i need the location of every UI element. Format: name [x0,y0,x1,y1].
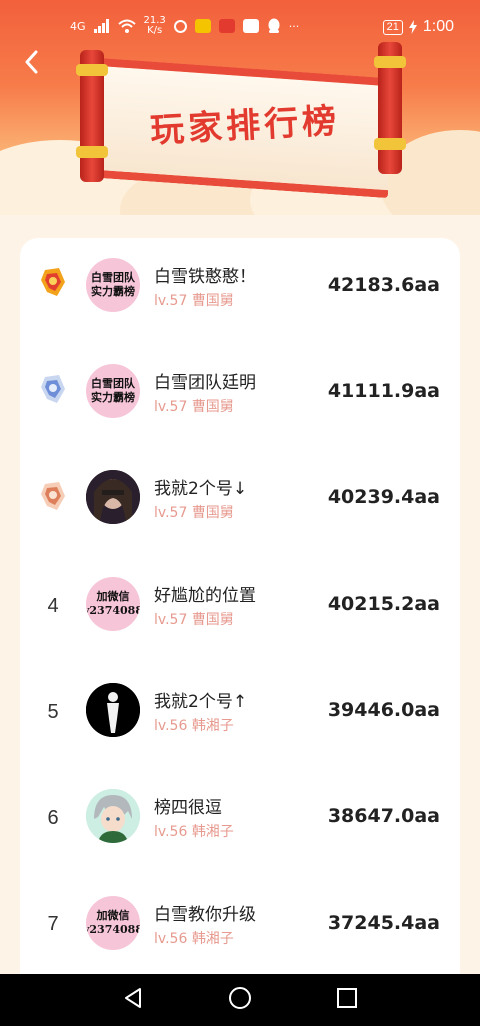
wifi-icon [117,19,136,33]
charging-icon [408,20,417,34]
player-name: 我就2个号↓ [154,479,248,499]
square-recents-icon [337,988,357,1008]
person-photo-icon [86,470,140,524]
player-level: lv.56 韩湘子 [154,824,234,840]
back-button[interactable] [14,44,48,80]
rank-number: 4 [47,594,59,617]
leaderboard-row[interactable]: 5 我就2个号↑ lv.56 韩湘子 39446.0aa [20,662,460,768]
player-name: 榜四很逗 [154,798,222,818]
notification-app-icon [242,19,259,33]
player-score: 42183.6aa [327,274,440,296]
nav-home-button[interactable] [228,986,252,1014]
scroll-rod-right [374,42,406,174]
player-score: 41111.9aa [327,380,440,402]
title-scroll: 玩家排行榜 [70,40,420,199]
player-name: 我就2个号↑ [154,692,248,712]
avatar[interactable]: 白雪团队 实力霸榜 [86,258,140,312]
bronze-medal-icon [36,479,70,513]
network-type: 4G [70,19,86,33]
player-score: 40239.4aa [327,486,440,508]
avatar[interactable]: 加微信 y2374088 [86,896,140,950]
status-bar: 4G 21.3 K/s ··· 21 1:00 [0,0,480,52]
silhouette-icon [86,683,140,737]
anime-character-icon [86,789,140,843]
player-name: 白雪教你升级 [154,905,256,925]
qq-icon [268,18,280,33]
silver-medal-icon [36,372,70,406]
network-speed: 21.3 K/s [143,15,166,36]
player-score: 38647.0aa [327,805,440,827]
circle-home-icon [229,987,251,1009]
leaderboard-row[interactable]: 白雪团队 实力霸榜 白雪铁憨憨！ lv.57 曹国舅 42183.6aa [20,238,460,344]
more-notifications-icon: ··· [288,19,300,33]
player-score: 40215.2aa [327,593,440,615]
notification-app-icon [173,19,187,33]
avatar[interactable] [86,789,140,843]
battery-icon: 21 [382,19,403,35]
player-score: 39446.0aa [327,699,440,721]
avatar[interactable] [86,683,140,737]
clock: 1:00 [422,18,454,35]
player-name: 白雪团队廷明 [154,373,256,393]
leaderboard-row[interactable]: 7 加微信 y2374088 白雪教你升级 lv.56 韩湘子 37245.4aa [20,874,460,974]
gold-medal-icon [36,265,70,299]
player-level: lv.57 曹国舅 [154,293,234,309]
leaderboard-row[interactable]: 我就2个号↓ lv.57 曹国舅 40239.4aa [20,450,460,556]
player-level: lv.57 曹国舅 [154,612,234,628]
player-level: lv.57 曹国舅 [154,399,234,415]
player-level: lv.57 曹国舅 [154,505,234,521]
leaderboard-list[interactable]: 白雪团队 实力霸榜 白雪铁憨憨！ lv.57 曹国舅 42183.6aa 白雪团队… [20,238,460,974]
nav-recents-button[interactable] [336,987,358,1013]
rank-number: 6 [47,806,59,829]
avatar[interactable] [86,470,140,524]
rank-number: 5 [47,700,59,723]
player-score: 37245.4aa [327,912,440,934]
nav-back-button[interactable] [122,987,144,1013]
leaderboard-row[interactable]: 6 榜四很逗 lv.56 韩湘子 38647.0aa [20,768,460,874]
leaderboard-row[interactable]: 白雪团队 实力霸榜 白雪团队廷明 lv.57 曹国舅 41111.9aa [20,344,460,450]
system-navigation-bar [0,974,480,1026]
rank-number: 7 [47,912,59,935]
player-name: 白雪铁憨憨！ [154,267,256,287]
notification-app-icon [194,19,211,33]
chevron-left-icon [25,50,38,74]
player-level: lv.56 韩湘子 [154,931,234,947]
scroll-rod-left [76,50,108,182]
avatar[interactable]: 白雪团队 实力霸榜 [86,364,140,418]
signal-icon [93,19,109,33]
avatar[interactable]: 加微信 y2374088 [86,577,140,631]
player-level: lv.56 韩湘子 [154,718,234,734]
triangle-back-icon [125,988,141,1008]
notification-app-icon [218,19,235,33]
leaderboard-row[interactable]: 4 加微信 y2374088 好尴尬的位置 lv.57 曹国舅 40215.2aa [20,556,460,662]
player-name: 好尴尬的位置 [154,586,256,606]
